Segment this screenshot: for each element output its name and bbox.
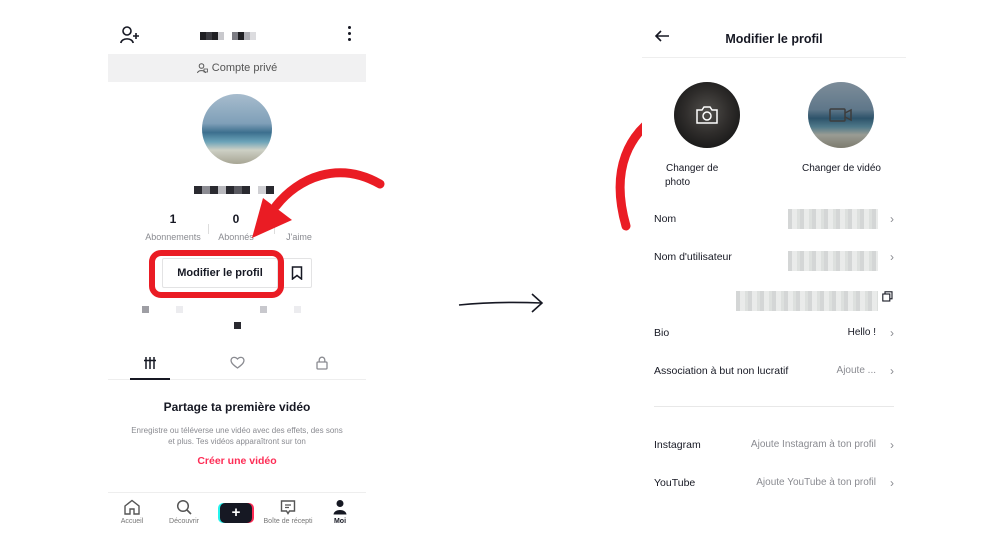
- edit-profile-header: Modifier le profil: [642, 14, 906, 58]
- row-bio-value: Hello !: [847, 327, 876, 338]
- chevron-right-icon: ›: [890, 476, 894, 490]
- chevron-right-icon: ›: [890, 364, 894, 378]
- name-value-blurred: [788, 209, 878, 229]
- row-nonprofit-value: Ajoute ...: [836, 365, 876, 376]
- change-photo-line1: Changer de: [666, 163, 719, 174]
- username-value-blurred: [788, 251, 878, 271]
- chevron-right-icon: ›: [890, 250, 894, 264]
- row-nonprofit[interactable]: Association à but non lucratif Ajoute ..…: [654, 364, 894, 385]
- annotation-arrow-left: [271, 168, 385, 211]
- row-username-label: Nom d'utilisateur: [654, 251, 732, 263]
- row-bio[interactable]: Bio Hello ! ›: [654, 326, 894, 347]
- row-bio-label: Bio: [654, 327, 670, 339]
- row-name-label: Nom: [654, 213, 677, 225]
- row-instagram[interactable]: Instagram Ajoute Instagram à ton profil …: [654, 438, 894, 459]
- chevron-right-icon: ›: [890, 438, 894, 452]
- row-instagram-label: Instagram: [654, 439, 701, 451]
- chevron-right-icon: ›: [890, 212, 894, 226]
- section-divider: [654, 406, 894, 407]
- profile-link-blurred: [736, 291, 878, 311]
- change-photo-line2: photo: [665, 177, 691, 188]
- chevron-right-icon: ›: [890, 326, 894, 340]
- row-instagram-value: Ajoute Instagram à ton profil: [750, 439, 876, 450]
- transition-arrow-icon: [458, 293, 544, 313]
- row-youtube-value: Ajoute YouTube à ton profil: [756, 477, 876, 488]
- copy-icon[interactable]: [882, 291, 893, 302]
- change-video-avatar[interactable]: [808, 82, 874, 148]
- camera-icon: [696, 106, 718, 124]
- edit-profile-screen: Modifier le profil Changer de photo Chan…: [642, 14, 906, 534]
- video-camera-icon: [829, 108, 852, 122]
- change-video-label[interactable]: Changer de vidéo: [802, 162, 881, 176]
- page-title: Modifier le profil: [725, 32, 823, 46]
- row-youtube[interactable]: YouTube Ajoute YouTube à ton profil ›: [654, 476, 894, 497]
- row-nonprofit-label: Association à but non lucratif: [654, 365, 789, 377]
- row-youtube-label: YouTube: [654, 477, 696, 489]
- change-photo-avatar[interactable]: [674, 82, 740, 148]
- change-photo-label[interactable]: Changer de photo: [665, 162, 719, 190]
